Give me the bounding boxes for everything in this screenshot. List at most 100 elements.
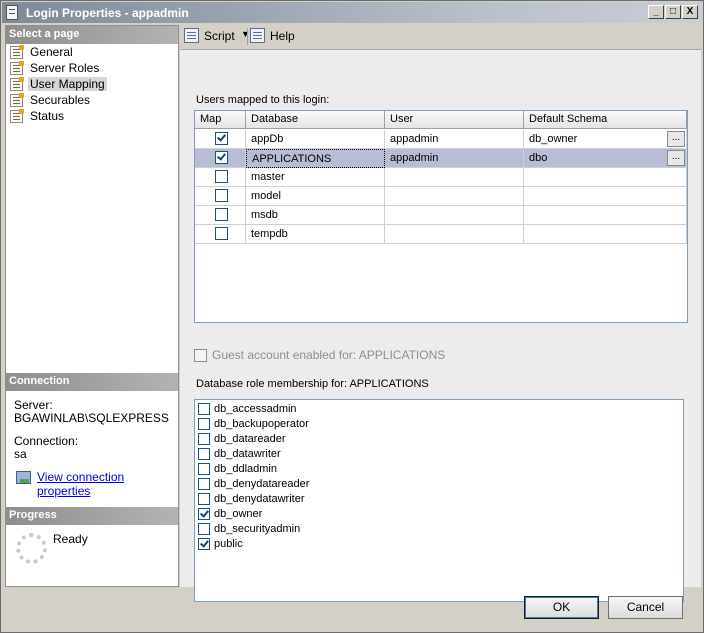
default-schema-cell[interactable]: dbo...: [524, 149, 687, 168]
browse-schema-button[interactable]: ...: [667, 150, 685, 166]
users-mapped-label: Users mapped to this login:: [196, 94, 330, 106]
role-checkbox[interactable]: [198, 433, 210, 445]
ok-button[interactable]: OK: [524, 596, 599, 619]
server-value: BGAWINLAB\SQLEXPRESS: [14, 411, 169, 425]
table-row[interactable]: msdb: [195, 206, 687, 225]
table-row[interactable]: model: [195, 187, 687, 206]
page-item-general[interactable]: General: [10, 45, 102, 60]
page-item-securables[interactable]: Securables: [10, 93, 102, 108]
map-checkbox[interactable]: [215, 227, 228, 240]
role-membership-label: Database role membership for: APPLICATIO…: [196, 378, 429, 390]
page-item-label: Status: [30, 109, 65, 123]
connection-label: Connection:: [14, 434, 79, 448]
role-checkbox[interactable]: [198, 418, 210, 430]
progress-spinner-icon: [16, 533, 47, 564]
role-checkbox[interactable]: [198, 508, 210, 520]
database-cell[interactable]: tempdb: [246, 225, 385, 244]
role-checkbox[interactable]: [198, 463, 210, 475]
check-icon: [200, 508, 209, 518]
default-schema-cell[interactable]: [524, 206, 687, 225]
user-cell[interactable]: [385, 187, 524, 206]
progress-status: Ready: [53, 532, 88, 546]
browse-schema-button[interactable]: ...: [667, 131, 685, 147]
page-item-label: Securables: [30, 93, 91, 107]
close-button[interactable]: X: [682, 5, 698, 19]
role-label: db_datawriter: [214, 448, 281, 460]
user-cell[interactable]: [385, 206, 524, 225]
database-cell[interactable]: msdb: [246, 206, 385, 225]
column-header-map[interactable]: Map: [195, 111, 246, 129]
script-button[interactable]: Script ▼: [184, 28, 250, 44]
column-header-user[interactable]: User: [385, 111, 524, 129]
database-cell[interactable]: APPLICATIONS: [246, 149, 385, 168]
page-item-status[interactable]: Status: [10, 109, 102, 124]
toolbar-separator: [247, 28, 248, 45]
user-cell[interactable]: [385, 168, 524, 187]
page-item-server-roles[interactable]: Server Roles: [10, 61, 102, 76]
map-cell[interactable]: [195, 130, 246, 149]
user-cell[interactable]: appadmin: [385, 149, 524, 168]
page-item-label: Server Roles: [30, 61, 100, 75]
table-row[interactable]: appDb appadmin db_owner...: [195, 130, 687, 149]
check-icon: [217, 151, 226, 161]
map-cell[interactable]: [195, 149, 246, 168]
map-checkbox[interactable]: [215, 151, 228, 164]
maximize-button[interactable]: □: [665, 5, 681, 19]
page-icon: [10, 77, 24, 91]
login-properties-window: Login Properties - appadmin _ □ X Select…: [0, 0, 704, 633]
help-label: Help: [270, 29, 295, 43]
role-label: db_datareader: [214, 433, 286, 445]
table-row[interactable]: tempdb: [195, 225, 687, 244]
connection-properties-icon: [16, 471, 31, 484]
map-checkbox[interactable]: [215, 132, 228, 145]
default-schema-cell[interactable]: db_owner...: [524, 130, 687, 149]
role-checkbox[interactable]: [198, 538, 210, 550]
default-schema-cell[interactable]: [524, 168, 687, 187]
cancel-button[interactable]: Cancel: [608, 596, 683, 619]
connection-header: Connection: [6, 373, 178, 391]
database-cell[interactable]: appDb: [246, 130, 385, 149]
map-checkbox[interactable]: [215, 189, 228, 202]
role-label: db_denydatareader: [214, 478, 310, 490]
select-page-header: Select a page: [6, 26, 178, 44]
progress-header: Progress: [6, 507, 178, 525]
map-cell[interactable]: [195, 225, 246, 244]
role-checkbox[interactable]: [198, 523, 210, 535]
map-cell[interactable]: [195, 187, 246, 206]
left-pane: Select a page General Server Roles User Ma…: [5, 25, 179, 587]
role-checkbox[interactable]: [198, 448, 210, 460]
table-row[interactable]: APPLICATIONS appadmin dbo...: [195, 149, 687, 168]
chevron-down-icon[interactable]: ▼: [241, 29, 250, 39]
check-icon: [200, 538, 209, 548]
script-icon: [184, 28, 199, 43]
dialog-footer: OK Cancel: [1, 588, 703, 632]
title-bar[interactable]: Login Properties - appadmin _ □ X: [2, 2, 702, 23]
user-mapping-grid[interactable]: Map Database User Default Schema appDb appad…: [194, 110, 688, 323]
role-checkbox[interactable]: [198, 493, 210, 505]
page-icon: [10, 61, 24, 75]
database-cell[interactable]: model: [246, 187, 385, 206]
view-connection-properties-link[interactable]: View connection properties: [37, 470, 178, 498]
map-checkbox[interactable]: [215, 208, 228, 221]
minimize-button[interactable]: _: [648, 5, 664, 19]
column-header-database[interactable]: Database: [246, 111, 385, 129]
map-cell[interactable]: [195, 206, 246, 225]
help-button[interactable]: Help: [250, 28, 295, 44]
help-icon: [250, 28, 265, 43]
map-cell[interactable]: [195, 168, 246, 187]
column-header-default-schema[interactable]: Default Schema: [524, 111, 687, 129]
user-cell[interactable]: [385, 225, 524, 244]
default-schema-cell[interactable]: [524, 187, 687, 206]
page-icon: [10, 45, 24, 59]
page-item-user-mapping[interactable]: User Mapping: [10, 77, 107, 92]
role-checkbox[interactable]: [198, 403, 210, 415]
role-label: public: [214, 538, 243, 550]
table-row[interactable]: master: [195, 168, 687, 187]
database-cell[interactable]: master: [246, 168, 385, 187]
default-schema-cell[interactable]: [524, 225, 687, 244]
role-label: db_ddladmin: [214, 463, 277, 475]
role-checkbox[interactable]: [198, 478, 210, 490]
toolbar: Script ▼ Help: [180, 25, 701, 47]
user-cell[interactable]: appadmin: [385, 130, 524, 149]
map-checkbox[interactable]: [215, 170, 228, 183]
